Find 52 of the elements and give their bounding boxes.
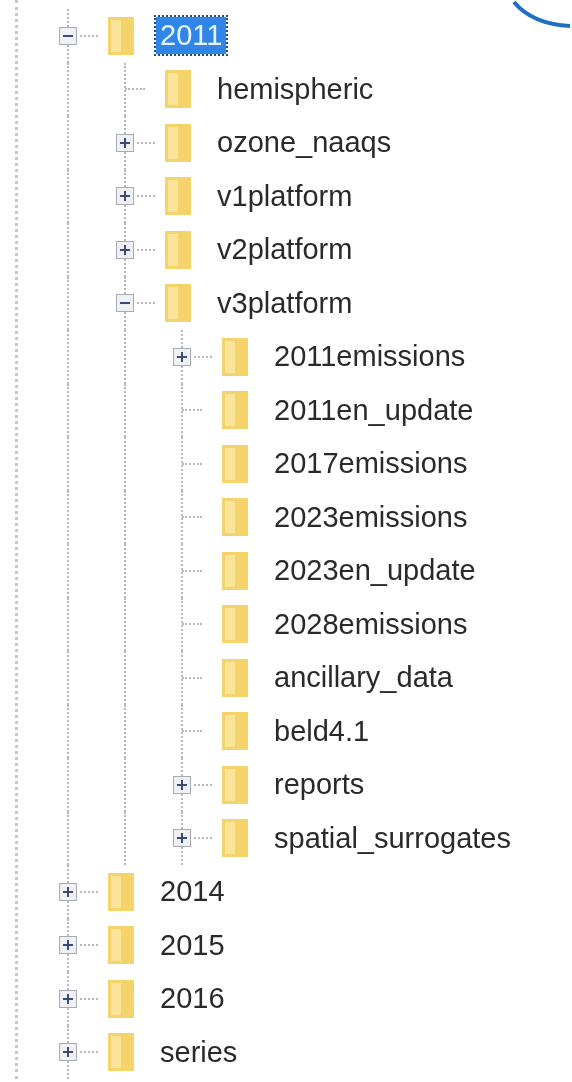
folder-label[interactable]: v2platform (213, 231, 357, 269)
curve-drawing (512, 0, 572, 30)
expand-icon[interactable] (59, 936, 77, 955)
folder-icon (222, 605, 248, 644)
folder-label[interactable]: beld4.1 (270, 712, 374, 750)
expand-icon[interactable] (59, 882, 77, 901)
folder-label[interactable]: hemispheric (213, 70, 378, 108)
expand-icon[interactable] (59, 989, 77, 1008)
folder-label[interactable]: 2023emissions (270, 498, 472, 536)
collapse-icon[interactable] (59, 26, 77, 45)
expand-icon[interactable] (116, 187, 134, 206)
folder-icon (165, 230, 191, 269)
folder-icon (108, 979, 134, 1018)
expand-icon[interactable] (173, 775, 191, 794)
folder-label[interactable]: 2011en_update (270, 391, 478, 429)
folder-icon (222, 765, 248, 804)
folder-icon (108, 926, 134, 965)
folder-icon (165, 70, 191, 109)
folder-icon (165, 284, 191, 323)
folder-label[interactable]: v1platform (213, 177, 357, 215)
folder-label[interactable]: ozone_naaqs (213, 124, 396, 162)
folder-icon (222, 551, 248, 590)
folder-icon (222, 658, 248, 697)
folder-label[interactable]: 2014 (156, 873, 229, 911)
folder-icon (165, 123, 191, 162)
folder-icon (222, 444, 248, 483)
folder-icon (222, 391, 248, 430)
folder-label[interactable]: 2017emissions (270, 445, 472, 483)
expand-icon[interactable] (173, 829, 191, 848)
folder-icon (165, 177, 191, 216)
folder-label[interactable]: 2015 (156, 926, 229, 964)
expand-icon[interactable] (116, 133, 134, 152)
expand-icon[interactable] (59, 1043, 77, 1062)
folder-label[interactable]: 2011emissions (270, 338, 470, 376)
folder-icon (222, 337, 248, 376)
folder-label[interactable]: series (156, 1033, 242, 1071)
folder-label[interactable]: v3platform (213, 284, 357, 322)
folder-label[interactable]: 2016 (156, 980, 229, 1018)
folder-icon (108, 872, 134, 911)
folder-label[interactable]: 2028emissions (270, 605, 472, 643)
expand-icon[interactable] (116, 240, 134, 259)
folder-icon (108, 1033, 134, 1072)
folder-icon (222, 819, 248, 858)
folder-label[interactable]: 2023en_update (270, 552, 480, 590)
folder-icon (108, 16, 134, 55)
folder-icon (222, 498, 248, 537)
collapse-icon[interactable] (116, 294, 134, 313)
folder-label[interactable]: ancillary_data (270, 659, 457, 697)
expand-icon[interactable] (173, 347, 191, 366)
folder-icon (222, 712, 248, 751)
folder-label[interactable]: spatial_surrogates (270, 819, 515, 857)
folder-label[interactable]: reports (270, 766, 369, 804)
